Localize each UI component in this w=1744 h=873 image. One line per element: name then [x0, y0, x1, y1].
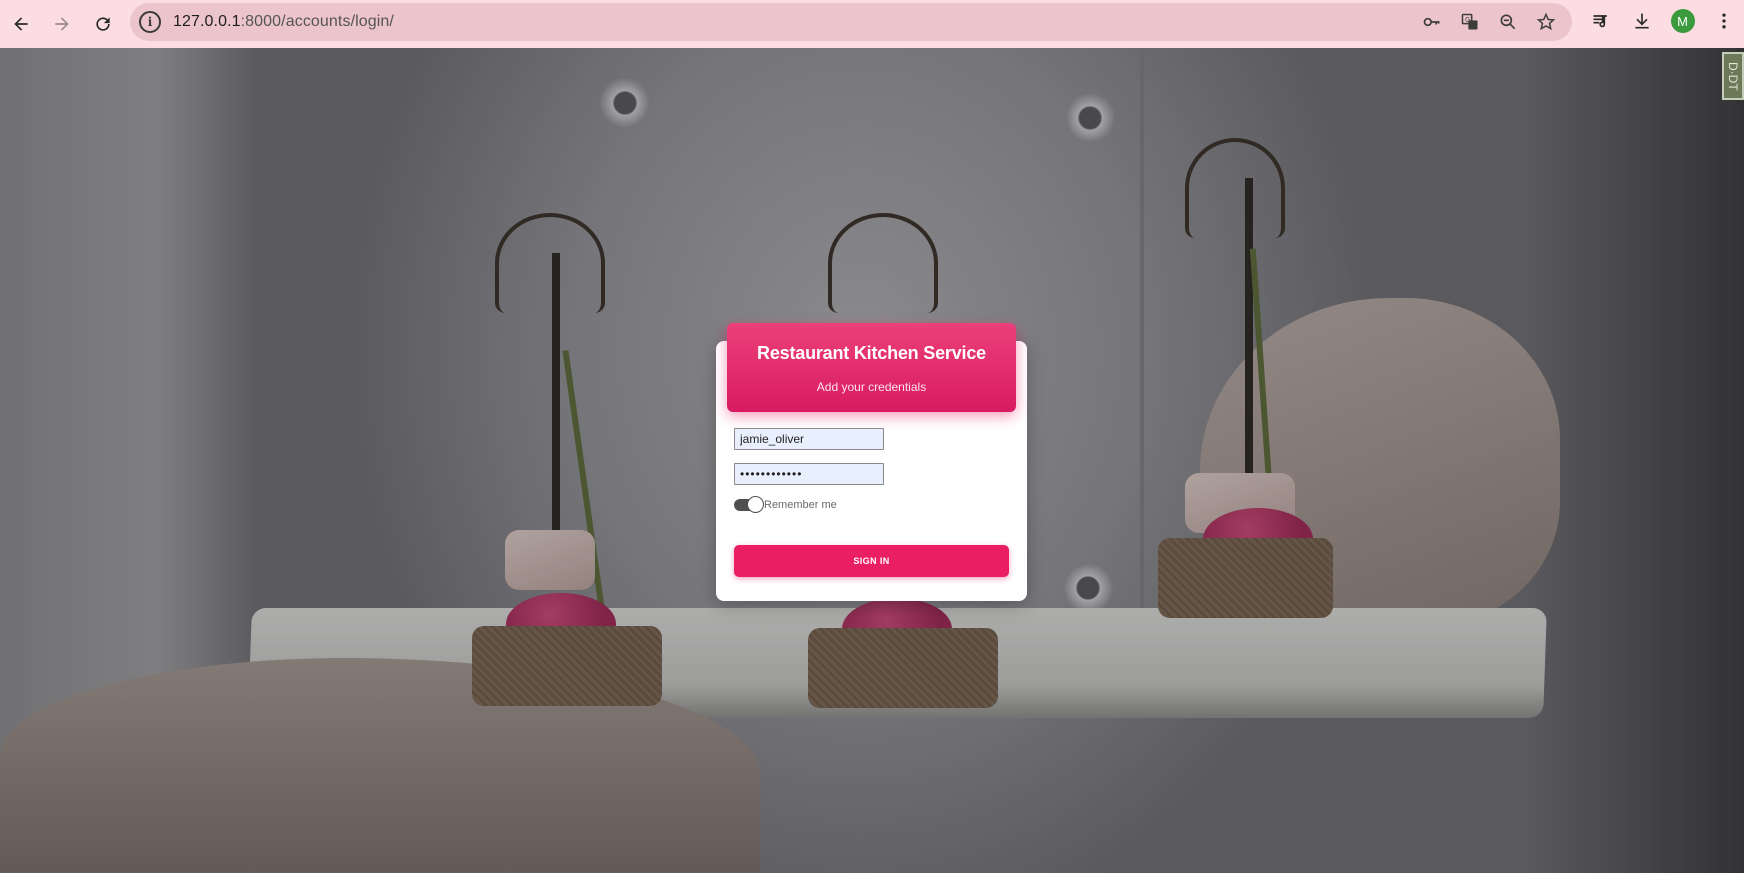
profile-button[interactable]: M [1662, 1, 1703, 41]
media-queue-icon[interactable] [1580, 1, 1621, 41]
reload-icon [96, 17, 110, 31]
remember-me[interactable]: Remember me [734, 496, 837, 513]
toggle-knob [747, 496, 764, 513]
avatar: M [1670, 9, 1695, 33]
card-header: Restaurant Kitchen Service Add your cred… [727, 323, 1016, 412]
key-icon[interactable] [1420, 10, 1444, 34]
card-subtitle: Add your credentials [816, 380, 927, 394]
remember-me-label: Remember me [764, 499, 837, 511]
zoom-icon[interactable] [1496, 10, 1520, 34]
url-text[interactable]: 127.0.0.1:8000/accounts/login/ [173, 13, 394, 31]
address-bar[interactable]: i 127.0.0.1:8000/accounts/login/ G [130, 3, 1572, 41]
star-icon[interactable] [1534, 10, 1558, 34]
username-input[interactable] [734, 428, 884, 450]
info-icon[interactable]: i [139, 11, 161, 33]
omnibox-actions: G [1420, 3, 1558, 41]
translate-icon[interactable]: G [1458, 10, 1482, 34]
login-card: Restaurant Kitchen Service Add your cred… [716, 323, 1027, 601]
back-arrow-icon [14, 17, 28, 31]
download-icon[interactable] [1621, 1, 1662, 41]
url-host: 127.0.0.1 [173, 13, 241, 30]
svg-text:G: G [1465, 16, 1470, 24]
reload-button[interactable] [83, 4, 123, 44]
url-path: :8000/accounts/login/ [240, 13, 394, 30]
browser-toolbar: i 127.0.0.1:8000/accounts/login/ G M [0, 0, 1744, 48]
corner-tag[interactable]: D·DT [1722, 52, 1744, 100]
page-title: Restaurant Kitchen Service [757, 343, 986, 363]
kebab-menu-icon[interactable] [1703, 1, 1744, 41]
remember-me-toggle[interactable] [734, 496, 764, 513]
forward-arrow-icon [55, 17, 69, 31]
forward-button[interactable] [42, 4, 82, 44]
back-button[interactable] [1, 4, 41, 44]
password-input[interactable] [734, 463, 884, 485]
sign-in-button[interactable]: SIGN IN [734, 545, 1009, 577]
toolbar-actions: M [1580, 0, 1744, 42]
